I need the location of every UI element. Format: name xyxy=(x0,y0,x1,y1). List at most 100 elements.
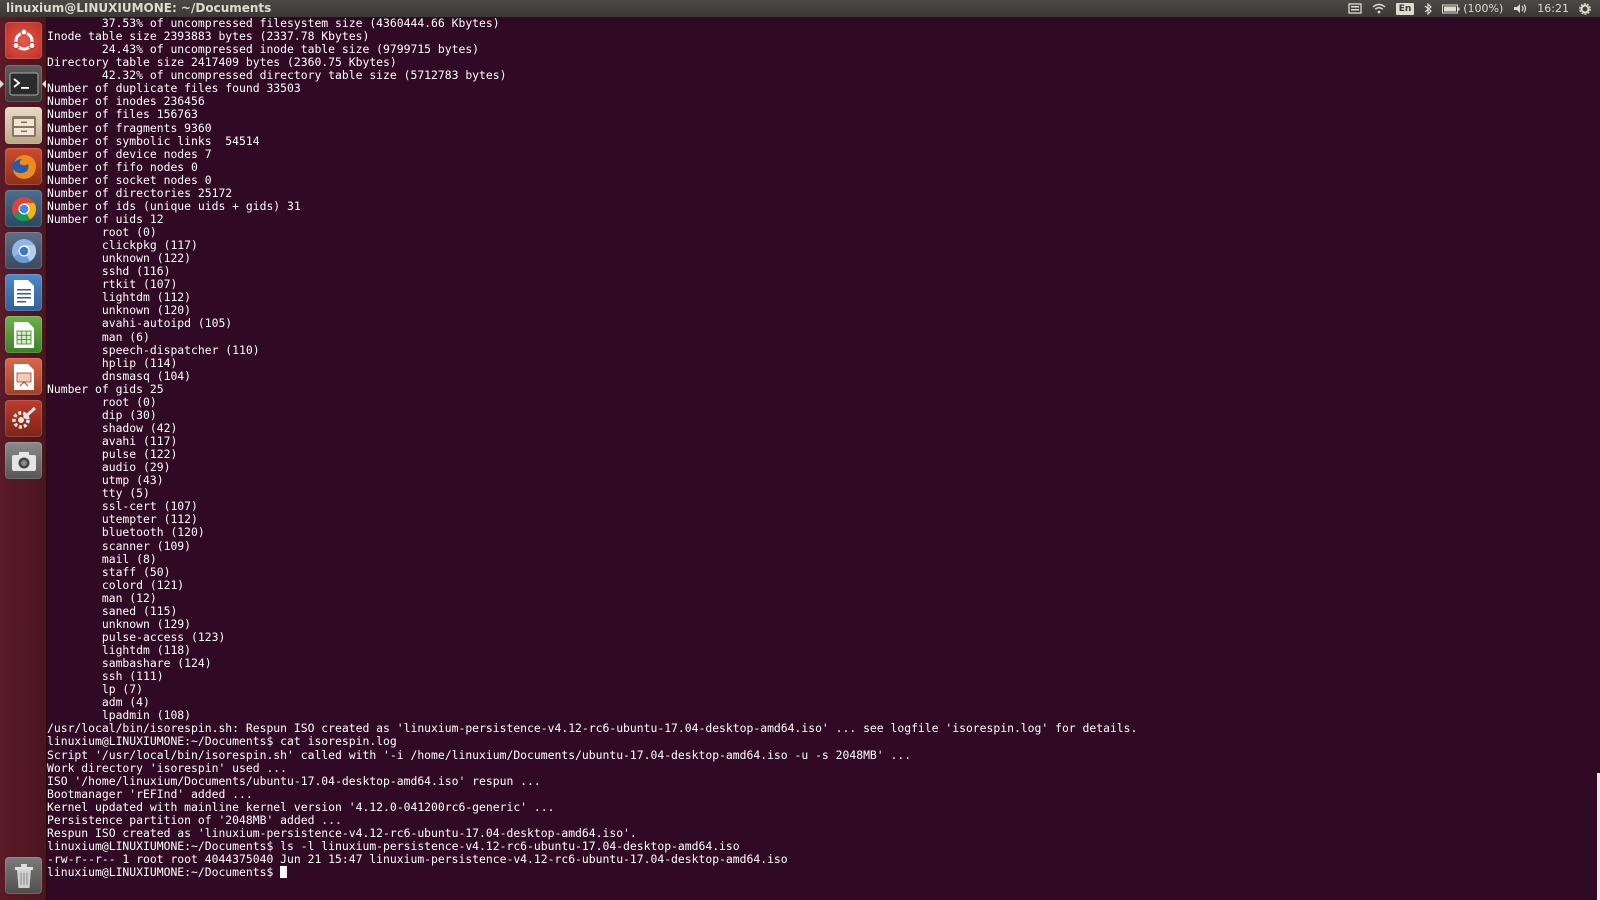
terminal-line: ssl-cert (107) xyxy=(47,499,198,514)
terminal-line: lightdm (112) xyxy=(47,290,192,305)
terminal-line: Number of fifo nodes 0 xyxy=(47,159,198,174)
terminal-line: tty (5) xyxy=(47,486,150,501)
terminal-line: Number of device nodes 7 xyxy=(47,146,212,161)
terminal-line: shadow (42) xyxy=(47,420,178,435)
active-indicator xyxy=(42,80,46,88)
terminal-prompt-line[interactable]: linuxium@LINUXIUMONE:~/Documents$ xyxy=(47,866,1137,879)
terminal-line: Script '/usr/local/bin/isorespin.sh' cal… xyxy=(47,747,912,762)
chrome-icon xyxy=(11,196,36,221)
launcher-item-writer[interactable] xyxy=(5,274,42,311)
terminal-line: Number of fragments 9360 xyxy=(47,120,212,135)
running-indicator xyxy=(0,80,4,88)
terminal-line: root (0) xyxy=(47,225,157,239)
volume-icon[interactable] xyxy=(1508,0,1532,17)
terminal-line: avahi (117) xyxy=(47,434,178,448)
terminal-line: ISO '/home/linuxium/Documents/ubuntu-17.… xyxy=(47,773,541,788)
launcher xyxy=(0,17,47,900)
terminal-line: Number of duplicate files found 33503 xyxy=(47,81,301,96)
terminal-line: audio (29) xyxy=(47,460,171,475)
launcher-item-firefox[interactable] xyxy=(5,148,42,185)
terminal-line: root (0) xyxy=(47,394,157,409)
terminal-line: pulse (122) xyxy=(47,447,178,462)
battery-icon xyxy=(1442,4,1460,13)
keyboard-layout-indicator[interactable]: En xyxy=(1391,0,1420,17)
launcher-item-terminal[interactable] xyxy=(5,65,42,102)
camera-icon xyxy=(11,451,36,471)
launcher-item-dash-home[interactable] xyxy=(5,22,42,59)
terminal-line: Number of gids 25 xyxy=(47,381,164,396)
terminal-line: Kernel updated with mainline kernel vers… xyxy=(47,799,555,814)
terminal-line: linuxium@LINUXIUMONE:~/Documents$ cat is… xyxy=(47,734,397,749)
launcher-item-chromium[interactable] xyxy=(5,232,42,269)
launcher-item-files[interactable] xyxy=(5,107,42,144)
terminal-line: pulse-access (123) xyxy=(47,629,226,644)
indicator-area: En (100%) 16:21 xyxy=(1343,0,1600,17)
terminal-line: man (6) xyxy=(47,329,150,344)
terminal-line: colord (121) xyxy=(47,577,185,592)
terminal-icon xyxy=(9,72,38,95)
terminal-line: Number of ids (unique uids + gids) 31 xyxy=(47,198,301,213)
battery-percent: (100%) xyxy=(1463,2,1504,15)
terminal-line: clickpkg (117) xyxy=(47,238,198,253)
terminal-line: bluetooth (120) xyxy=(47,525,205,540)
launcher-item-impress[interactable] xyxy=(5,358,42,395)
terminal-line: speech-dispatcher (110) xyxy=(47,342,260,357)
file-cabinet-icon xyxy=(11,115,36,137)
wifi-icon[interactable] xyxy=(1367,0,1391,17)
keyboard-layout-label: En xyxy=(1395,2,1415,15)
terminal-line: Respun ISO created as 'linuxium-persiste… xyxy=(47,825,637,840)
terminal-line: Number of socket nodes 0 xyxy=(47,172,212,187)
ubuntu-logo-icon xyxy=(12,28,35,50)
terminal-line: avahi-autoipd (105) xyxy=(47,316,233,331)
terminal-line: Work directory 'isorespin' used ... xyxy=(47,760,288,775)
launcher-item-system-settings[interactable] xyxy=(5,400,42,437)
terminal-line: saned (115) xyxy=(47,603,178,618)
launcher-item-chrome[interactable] xyxy=(5,190,42,227)
terminal-line: Number of symbolic links 54514 xyxy=(47,133,260,148)
terminal-output[interactable]: 37.53% of uncompressed filesystem size (… xyxy=(47,17,1137,879)
terminal-line: dip (30) xyxy=(47,407,157,422)
terminal-line: sambashare (124) xyxy=(47,656,212,671)
firefox-icon xyxy=(11,154,36,179)
terminal-line: Bootmanager 'rEFInd' added ... xyxy=(47,786,253,801)
battery-indicator[interactable]: (100%) xyxy=(1437,0,1508,17)
terminal-line: utempter (112) xyxy=(47,512,198,527)
terminal-line: unknown (129) xyxy=(47,616,192,631)
terminal-window[interactable]: 37.53% of uncompressed filesystem size (… xyxy=(47,17,1600,900)
terminal-line: ssh (111) xyxy=(47,669,164,684)
terminal-line: Number of uids 12 xyxy=(47,211,164,226)
chromium-icon xyxy=(11,238,36,263)
terminal-prompt: linuxium@LINUXIUMONE:~/Documents$ xyxy=(47,865,281,880)
terminal-line: rtkit (107) xyxy=(47,277,178,292)
terminal-line: Persistence partition of '2048MB' added … xyxy=(47,812,342,827)
terminal-line: sshd (116) xyxy=(47,264,171,279)
terminal-line: unknown (122) xyxy=(47,251,192,266)
writer-document-icon xyxy=(13,279,34,306)
window-title: linuxium@LINUXIUMONE: ~/Documents xyxy=(6,1,272,15)
launcher-item-trash[interactable] xyxy=(5,857,42,894)
launcher-item-camera[interactable] xyxy=(5,442,42,479)
network-folder-icon[interactable] xyxy=(1343,0,1367,17)
session-gear-icon[interactable] xyxy=(1574,0,1596,17)
terminal-line: lp (7) xyxy=(47,682,144,697)
terminal-line: man (12) xyxy=(47,590,157,605)
clock[interactable]: 16:21 xyxy=(1532,0,1574,17)
terminal-line: dnsmasq (104) xyxy=(47,368,192,383)
terminal-line: Number of inodes 236456 xyxy=(47,94,205,109)
terminal-line: Number of files 156763 xyxy=(47,107,198,122)
calc-spreadsheet-icon xyxy=(13,321,34,348)
terminal-line: mail (8) xyxy=(47,551,157,566)
terminal-line: Number of directories 25172 xyxy=(47,185,233,200)
terminal-cursor xyxy=(280,866,288,879)
terminal-line: adm (4) xyxy=(47,695,150,710)
top-panel: linuxium@LINUXIUMONE: ~/Documents En (10… xyxy=(0,0,1600,17)
trash-icon xyxy=(14,863,33,888)
terminal-line: utmp (43) xyxy=(47,473,164,488)
impress-presentation-icon xyxy=(13,363,34,390)
terminal-line: scanner (109) xyxy=(47,538,192,553)
bluetooth-icon[interactable] xyxy=(1419,0,1437,17)
terminal-line: staff (50) xyxy=(47,564,171,579)
settings-wrench-icon xyxy=(11,406,36,429)
launcher-item-calc[interactable] xyxy=(5,316,42,353)
terminal-line: hplip (114) xyxy=(47,355,178,370)
